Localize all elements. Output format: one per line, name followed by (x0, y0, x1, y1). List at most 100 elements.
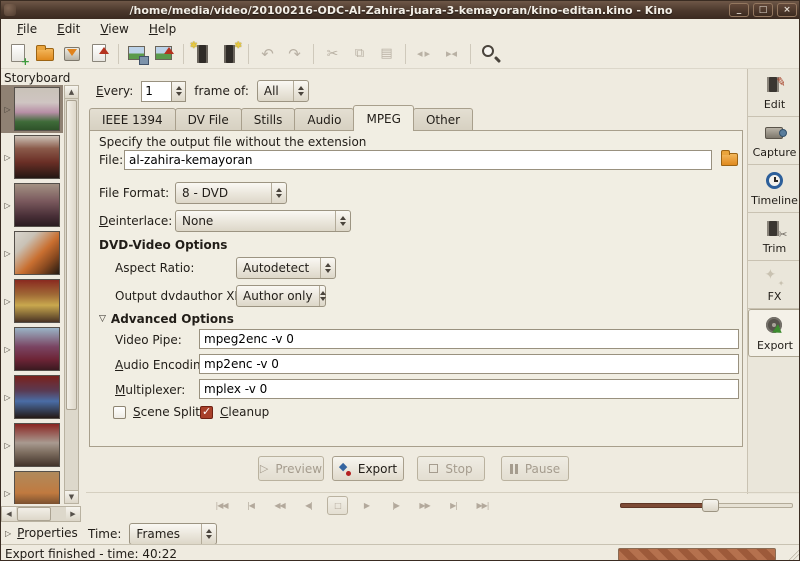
close-button[interactable]: × (777, 3, 797, 17)
scene-expander-icon[interactable]: ▷ (1, 393, 14, 402)
file-format-combo[interactable]: 8 - DVD (175, 182, 287, 204)
play-button[interactable]: ▶ (356, 496, 377, 515)
scene-expander-icon[interactable]: ▷ (1, 201, 14, 210)
dvdauthor-xml-combo[interactable]: Author only (236, 285, 326, 307)
frame-back-button[interactable]: ◀| (298, 496, 319, 515)
menu-view[interactable]: View (92, 20, 136, 38)
file-input[interactable] (124, 150, 712, 170)
video-pipe-input[interactable] (199, 329, 739, 349)
scene-thumbnail[interactable] (14, 135, 60, 179)
deinterlace-combo[interactable]: None (175, 210, 351, 232)
mode-tab-export[interactable]: Export (748, 309, 800, 357)
fast-forward-button[interactable]: ▶▶ (414, 496, 435, 515)
storyboard-item[interactable]: ▷ (1, 373, 63, 421)
resize-grip-icon[interactable] (789, 550, 799, 560)
multiplexer-input[interactable] (199, 379, 739, 399)
frame-forward-button[interactable]: |▶ (385, 496, 406, 515)
new-file-icon[interactable]: + (5, 41, 32, 67)
aspect-ratio-combo[interactable]: Autodetect (236, 257, 336, 279)
properties-expander[interactable]: ▷ Properties (5, 526, 78, 540)
menu-edit[interactable]: Edit (49, 20, 88, 38)
menu-help[interactable]: Help (141, 20, 184, 38)
scene-expander-icon[interactable]: ▷ (1, 153, 14, 162)
storyboard-item[interactable]: ▷ (1, 133, 63, 181)
audio-encoding-input[interactable] (199, 354, 739, 374)
storyboard-item[interactable]: ▷ (1, 277, 63, 325)
scene-expander-icon[interactable]: ▷ (1, 297, 14, 306)
insert-after-icon[interactable]: ✱ (216, 41, 243, 67)
checkbox-checked-icon[interactable] (200, 406, 213, 419)
save-file-icon[interactable] (59, 41, 86, 67)
rewind-button[interactable]: ◀◀ (269, 496, 290, 515)
mode-tab-trim[interactable]: ✂ Trim (748, 213, 800, 261)
mode-tab-fx[interactable]: ✦✦ FX (748, 261, 800, 309)
mode-tab-edit[interactable]: ✎ Edit (748, 69, 800, 117)
save-as-icon[interactable] (86, 41, 113, 67)
minimize-button[interactable]: _ (729, 3, 749, 17)
pause-button[interactable]: Pause (501, 456, 569, 481)
scene-thumbnail[interactable] (14, 183, 60, 227)
undo-icon[interactable]: ↶ (254, 41, 281, 67)
load-image-icon[interactable] (151, 41, 178, 67)
tab-audio[interactable]: Audio (294, 108, 354, 131)
scene-thumbnail[interactable] (14, 87, 60, 131)
maximize-button[interactable]: □ (753, 3, 773, 17)
cut-icon[interactable]: ✂ (319, 41, 346, 67)
scene-thumbnail[interactable] (14, 231, 60, 275)
save-frame-icon[interactable] (124, 41, 151, 67)
mode-tab-timeline[interactable]: Timeline (748, 165, 800, 213)
slider-handle[interactable] (702, 499, 719, 512)
skip-to-end-button[interactable]: ▶▶| (472, 496, 493, 515)
scene-expander-icon[interactable]: ▷ (1, 105, 14, 114)
tab-other[interactable]: Other (413, 108, 473, 131)
storyboard-item[interactable]: ▷ (1, 85, 63, 133)
scroll-up-icon[interactable]: ▲ (65, 86, 78, 99)
storyboard-item[interactable]: ▷ (1, 469, 63, 504)
scene-thumbnail[interactable] (14, 471, 60, 504)
tab-stills[interactable]: Stills (241, 108, 296, 131)
scene-thumbnail[interactable] (14, 327, 60, 371)
tab-mpeg[interactable]: MPEG (353, 105, 413, 131)
storyboard-item[interactable]: ▷ (1, 229, 63, 277)
vscroll-thumb[interactable] (66, 100, 77, 410)
join-scenes-icon[interactable]: ▸◂ (438, 41, 465, 67)
shuttle-slider[interactable] (620, 496, 793, 514)
titlebar[interactable]: /home/media/video/20100216-ODC-Al-Zahira… (1, 1, 800, 19)
scene-expander-icon[interactable]: ▷ (1, 249, 14, 258)
menu-file[interactable]: File (9, 20, 45, 38)
scene-thumbnail[interactable] (14, 279, 60, 323)
cleanup-checkbox[interactable]: Cleanup (200, 405, 269, 419)
export-button[interactable]: Export (332, 456, 404, 481)
next-scene-button[interactable]: ▶| (443, 496, 464, 515)
scene-expander-icon[interactable]: ▷ (1, 345, 14, 354)
scene-thumbnail[interactable] (14, 423, 60, 467)
paste-icon[interactable]: ▤ (373, 41, 400, 67)
hscroll-thumb[interactable] (17, 507, 51, 521)
storyboard-item[interactable]: ▷ (1, 181, 63, 229)
mode-tab-capture[interactable]: Capture (748, 117, 800, 165)
skip-to-start-button[interactable]: |◀◀ (211, 496, 232, 515)
scene-thumbnail[interactable] (14, 375, 60, 419)
magnifier-icon[interactable] (476, 41, 503, 67)
previous-scene-button[interactable]: |◀ (240, 496, 261, 515)
storyboard-item[interactable]: ▷ (1, 325, 63, 373)
scene-split-checkbox[interactable]: Scene Split (113, 405, 200, 419)
stop-playback-button[interactable]: □ (327, 496, 348, 515)
advanced-options-expander[interactable]: ▽ Advanced Options (99, 312, 234, 326)
scroll-left-icon[interactable]: ◀ (2, 507, 16, 521)
storyboard-item[interactable]: ▷ (1, 421, 63, 469)
insert-before-icon[interactable]: ✱ (189, 41, 216, 67)
scene-expander-icon[interactable]: ▷ (1, 489, 14, 498)
checkbox-unchecked-icon[interactable] (113, 406, 126, 419)
scroll-down-icon[interactable]: ▼ (65, 490, 78, 503)
redo-icon[interactable]: ↷ (281, 41, 308, 67)
time-format-combo[interactable]: Frames (129, 523, 217, 545)
preview-button[interactable]: ▷ Preview (258, 456, 324, 481)
stop-button[interactable]: Stop (417, 456, 485, 481)
every-input[interactable] (141, 81, 171, 102)
split-scene-icon[interactable]: ◂▸ (411, 41, 438, 67)
tab-dvfile[interactable]: DV File (175, 108, 242, 131)
scroll-right-icon[interactable]: ▶ (66, 507, 80, 521)
spinner-arrows-icon[interactable] (171, 81, 186, 102)
every-spinner[interactable] (141, 81, 186, 102)
